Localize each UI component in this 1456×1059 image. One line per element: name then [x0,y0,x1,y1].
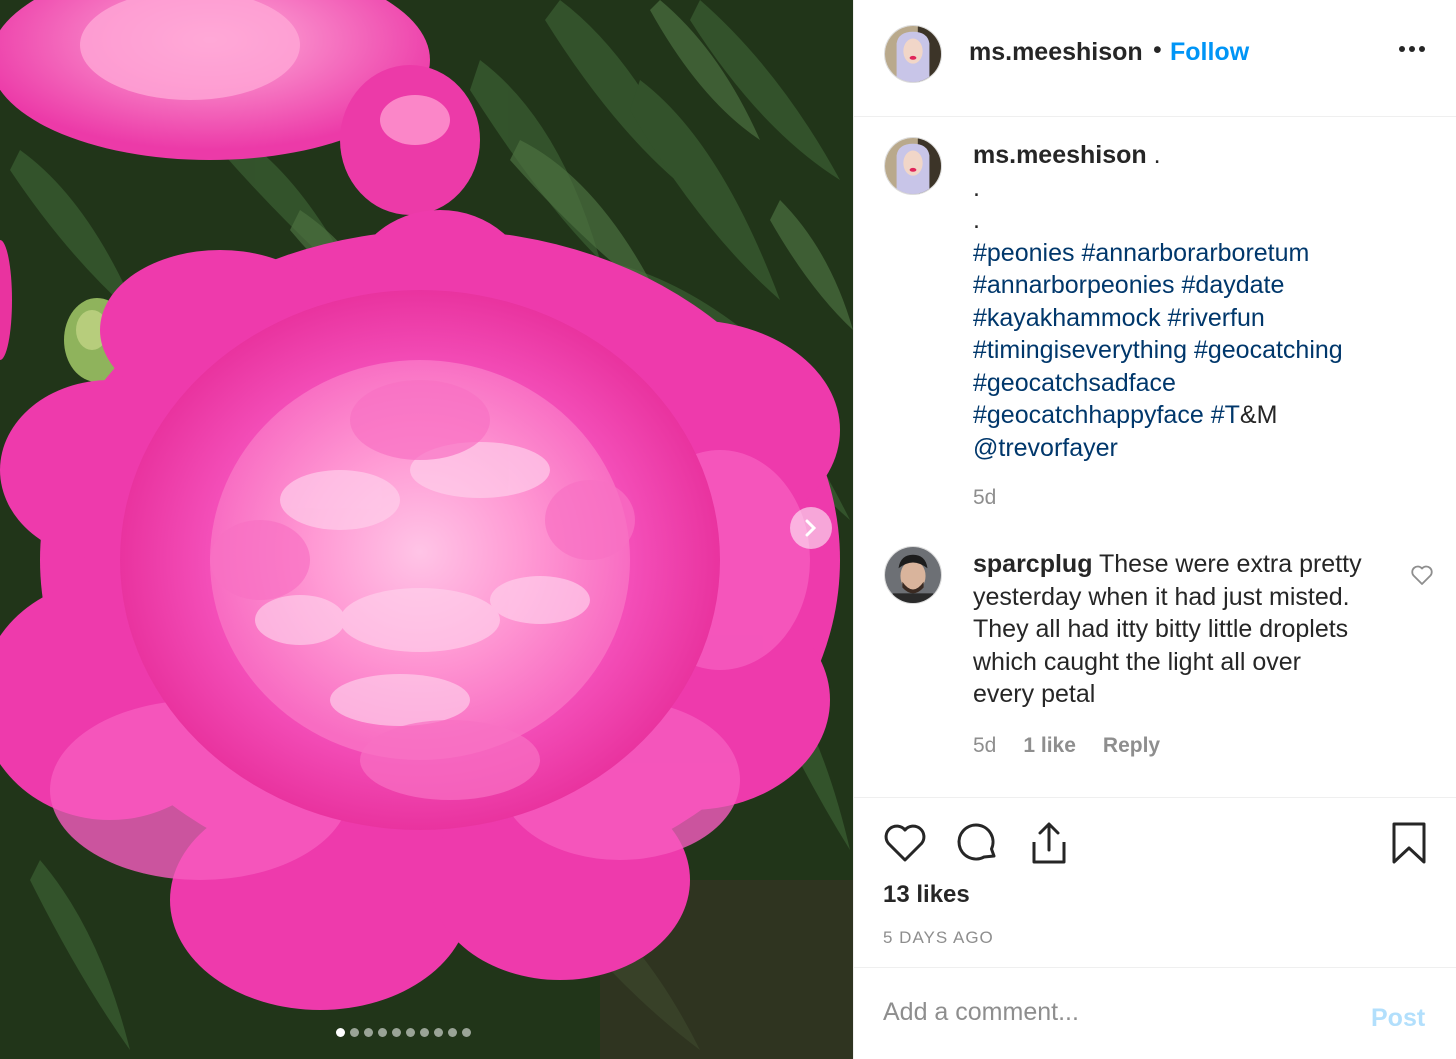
comment-line: sparcplug These were extra pretty [973,548,1393,581]
caption-avatar[interactable] [884,137,942,195]
header-separator: • [1153,36,1162,64]
comment-body: sparcplug These were extra pretty yesterd… [973,548,1393,711]
peony-photo [0,0,853,1059]
comment-timestamp[interactable]: 5d [973,734,996,758]
comment-line: They all had itty bitty little droplets [973,613,1393,646]
comment-text: every petal [973,680,1096,708]
carousel-dot [378,1028,387,1037]
likes-count[interactable]: 13 likes [883,881,970,909]
caption-line: . [973,172,1343,205]
carousel-dot [392,1028,401,1037]
mention-link[interactable]: @trevorfayer [973,434,1118,462]
comment-line: which caught the light all over [973,646,1393,679]
hashtag-link[interactable]: #annarborarboretum [1081,239,1309,267]
carousel-dot [462,1028,471,1037]
caption-line: #annarborpeonies #daydate [973,269,1343,302]
heart-outline-icon[interactable] [1410,564,1434,586]
author-avatar-image [885,26,941,82]
caption-line: @trevorfayer [973,432,1343,465]
instagram-post: ms.meeshison • Follow ms.meeshison ... #p… [0,0,1456,1059]
comment-likes[interactable]: 1 like [1023,734,1076,758]
caption-avatar-image [885,138,941,194]
reply-button[interactable]: Reply [1103,734,1160,758]
hashtag-link[interactable]: #geocatching [1194,336,1343,364]
carousel-dot [448,1028,457,1037]
hashtag-link[interactable]: #daydate [1182,271,1285,299]
caption-line: #geocatchsadface [973,367,1343,400]
carousel-indicator [336,1028,471,1037]
hashtag-link[interactable]: #riverfun [1168,304,1265,332]
hashtag-link[interactable]: #geocatchhappyface [973,401,1204,429]
comment-line: yesterday when it had just misted. [973,581,1393,614]
caption-text-fragment [1187,336,1194,364]
post-photo[interactable] [0,0,853,1059]
comment-text: yesterday when it had just misted. [973,582,1350,611]
hashtag-link[interactable]: #geocatchsadface [973,369,1176,397]
author-avatar[interactable] [884,25,942,83]
caption-line: #timingiseverything #geocatching [973,334,1343,367]
post-sidebar: ms.meeshison • Follow ms.meeshison ... #p… [853,0,1456,1059]
caption-text-fragment: &M [1239,401,1278,429]
caption-text-fragment: . [1146,141,1161,169]
caption-username[interactable]: ms.meeshison [973,141,1147,169]
caption-line: #geocatchhappyface #T&M [973,399,1343,432]
post-comment-button[interactable]: Post [1371,1004,1425,1033]
comment-text: These were extra pretty [1098,550,1362,578]
post-timestamp[interactable]: 5 DAYS AGO [883,928,994,948]
bookmark-icon[interactable] [1386,820,1432,866]
share-icon[interactable] [1026,820,1072,866]
comment-line: every petal [973,678,1393,711]
post-actions: 13 likes 5 DAYS AGO [854,797,1456,967]
hashtag-link[interactable]: #annarborpeonies [973,271,1175,299]
hashtag-link[interactable]: #timingiseverything [973,336,1187,364]
caption-text: ms.meeshison ... #peonies #annarborarbore… [973,139,1343,464]
caption-text-fragment: . [973,173,980,202]
post-header: ms.meeshison • Follow [854,0,1456,117]
carousel-dot [336,1028,345,1037]
more-options-icon[interactable] [1399,46,1425,52]
carousel-dot [364,1028,373,1037]
hashtag-link[interactable]: #kayakhammock [973,304,1161,332]
comment-text: which caught the light all over [973,647,1301,676]
caption-text-fragment [1175,271,1182,299]
caption-line: ms.meeshison . [973,139,1343,172]
chevron-right-icon [805,519,817,537]
comment-text: They all had itty bitty little droplets [973,615,1349,643]
carousel-dot [434,1028,443,1037]
commenter-username[interactable]: sparcplug [973,550,1092,578]
caption-text-fragment [1204,401,1211,429]
commenter-avatar-image [885,547,941,603]
caption-line: #kayakhammock #riverfun [973,302,1343,335]
comment-meta: 5d 1 like Reply [973,734,1187,758]
commenter-avatar[interactable] [884,546,942,604]
carousel-dot [350,1028,359,1037]
hashtag-link[interactable]: #peonies [973,239,1074,267]
heart-icon[interactable] [882,820,928,866]
carousel-next-button[interactable] [790,507,832,549]
carousel-dot [406,1028,415,1037]
carousel-dot [420,1028,429,1037]
caption-timestamp[interactable]: 5d [973,486,996,510]
comment-icon[interactable] [954,820,1000,866]
author-username[interactable]: ms.meeshison [969,38,1143,67]
caption-text-fragment: . [973,206,980,234]
follow-button[interactable]: Follow [1170,38,1249,67]
caption-line: . [973,204,1343,237]
caption-text-fragment [1161,304,1168,332]
add-comment-input[interactable] [883,998,1353,1027]
add-comment-bar: Post [854,967,1456,1059]
caption-line: #peonies #annarborarboretum [973,237,1343,270]
hashtag-link[interactable]: #T [1211,401,1240,429]
